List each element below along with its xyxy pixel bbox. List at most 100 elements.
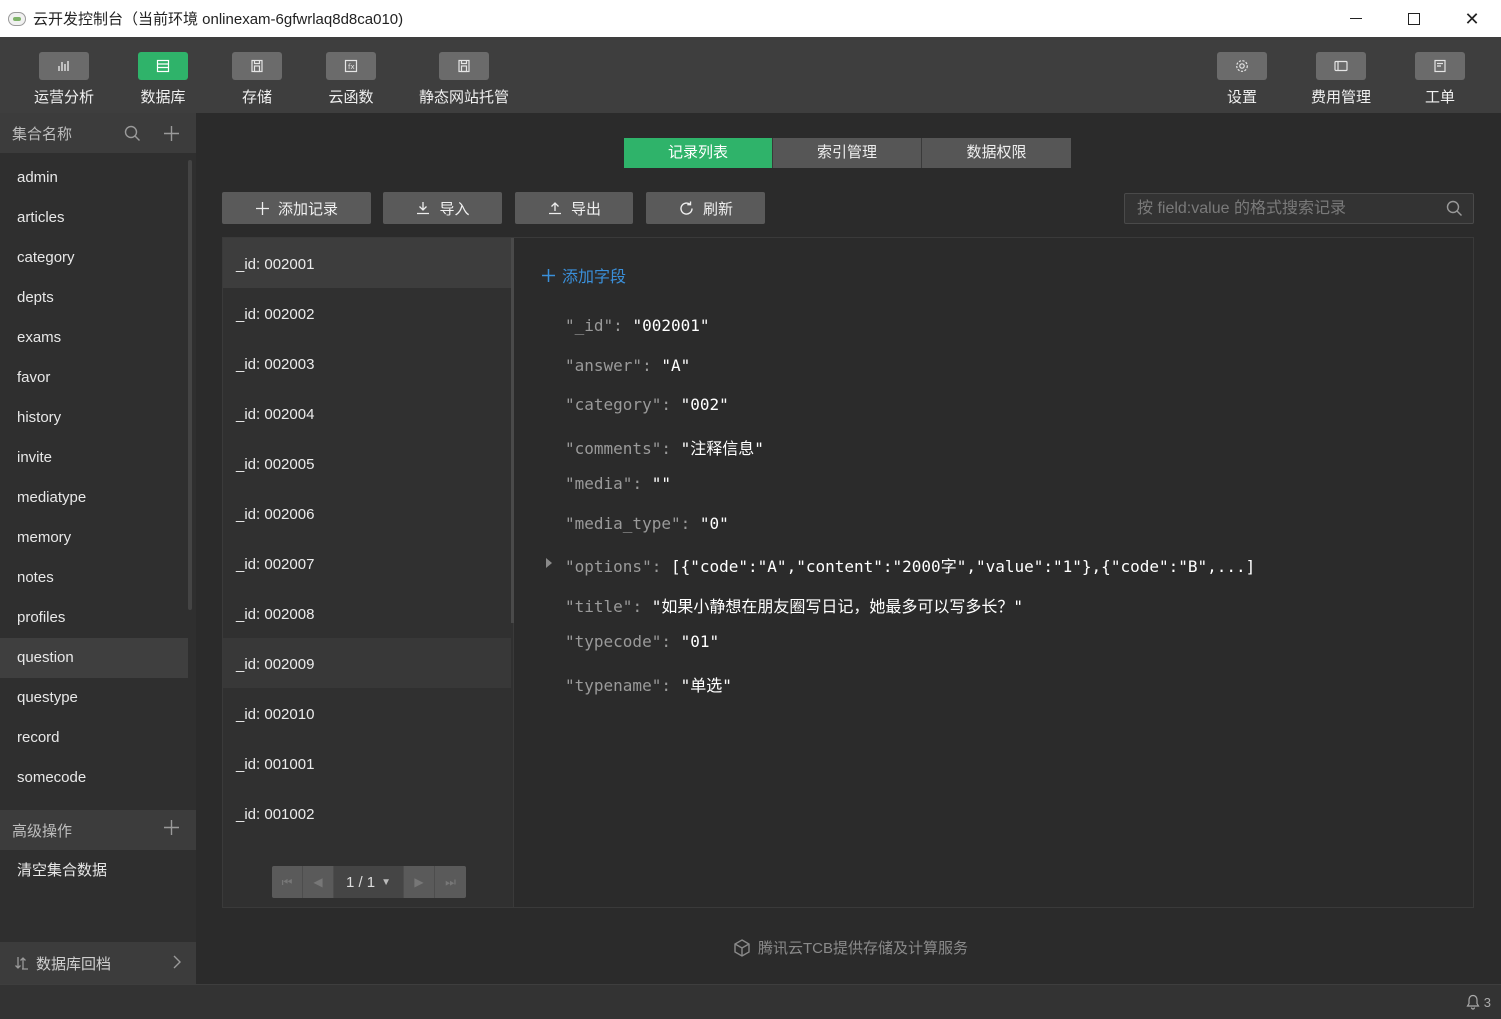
billing-icon xyxy=(1316,52,1366,80)
last-page-button[interactable]: ⏭ xyxy=(435,866,466,898)
collection-item[interactable]: invite xyxy=(0,438,196,478)
collection-item[interactable]: depts xyxy=(0,278,196,318)
field-value: "" xyxy=(651,474,671,493)
main-toolbar: 运营分析 数据库 存储 fx 云函数 静态网站托管 设置 费用管理 工单 xyxy=(0,37,1501,113)
collection-item-selected[interactable]: question xyxy=(0,638,188,678)
rollback-label: 数据库回档 xyxy=(36,955,112,973)
add-advanced-icon[interactable] xyxy=(163,819,180,836)
collections-sidebar: 集合名称 admin articles category depts exams… xyxy=(0,113,196,984)
collection-item[interactable]: articles xyxy=(0,198,196,238)
record-item[interactable]: _id: 002004 xyxy=(223,388,511,438)
gear-icon xyxy=(1217,52,1267,80)
record-list: _id: 002001 _id: 002002 _id: 002003 _id:… xyxy=(223,238,514,907)
search-icon[interactable] xyxy=(124,125,141,142)
record-search-input[interactable] xyxy=(1125,194,1425,223)
status-bar: 3 xyxy=(0,984,1501,1019)
record-item[interactable]: _id: 002003 xyxy=(223,338,511,388)
search-icon[interactable] xyxy=(1446,200,1463,217)
tab-permissions[interactable]: 数据权限 xyxy=(922,138,1071,168)
collection-item[interactable]: history xyxy=(0,398,196,438)
record-list-scrollbar[interactable] xyxy=(511,238,514,623)
field-row[interactable]: "media_type": "0" xyxy=(565,514,1255,554)
toolbar-billing[interactable]: 费用管理 xyxy=(1301,52,1381,107)
collection-item[interactable]: profiles xyxy=(0,598,196,638)
field-value: "002001" xyxy=(632,316,710,335)
toolbar-analytics[interactable]: 运营分析 xyxy=(24,52,104,107)
toolbar-settings[interactable]: 设置 xyxy=(1202,52,1282,107)
service-note-label: 腾讯云TCB提供存储及计算服务 xyxy=(758,940,969,957)
collections-header-label: 集合名称 xyxy=(12,125,73,143)
toolbar-hosting[interactable]: 静态网站托管 xyxy=(419,52,509,107)
minimize-button[interactable] xyxy=(1327,0,1385,37)
ticket-icon xyxy=(1415,52,1465,80)
window-controls: ✕ xyxy=(1327,0,1501,37)
field-row-expandable[interactable]: "options": [{"code":"A","content":"2000字… xyxy=(546,553,1255,593)
field-key: "options" xyxy=(565,557,652,576)
collection-item[interactable]: category xyxy=(0,238,196,278)
field-row[interactable]: "media": "" xyxy=(565,474,1255,514)
sidebar-scrollbar[interactable] xyxy=(188,160,192,610)
collection-item[interactable]: admin xyxy=(0,158,196,198)
records-panel: _id: 002001 _id: 002002 _id: 002003 _id:… xyxy=(222,237,1474,908)
field-row[interactable]: "typecode": "01" xyxy=(565,632,1255,672)
maximize-button[interactable] xyxy=(1385,0,1443,37)
add-collection-icon[interactable] xyxy=(163,125,180,142)
collection-item[interactable]: somecode xyxy=(0,758,196,798)
collection-item[interactable]: memory xyxy=(0,518,196,558)
collection-item[interactable]: notes xyxy=(0,558,196,598)
chevron-right-icon xyxy=(173,955,181,969)
add-record-button[interactable]: 添加记录 xyxy=(222,192,371,224)
record-item[interactable]: _id: 002006 xyxy=(223,488,511,538)
record-item[interactable]: _id: 002010 xyxy=(223,688,511,738)
tab-records[interactable]: 记录列表 xyxy=(624,138,773,168)
field-row[interactable]: "comments": "注释信息" xyxy=(565,435,1255,475)
field-row[interactable]: "typename": "单选" xyxy=(565,672,1255,712)
toolbar-database[interactable]: 数据库 xyxy=(123,52,203,107)
collection-item[interactable]: record xyxy=(0,718,196,758)
toolbar-storage[interactable]: 存储 xyxy=(217,52,297,107)
record-item[interactable]: _id: 002008 xyxy=(223,588,511,638)
record-item[interactable]: _id: 001002 xyxy=(223,788,511,838)
field-row[interactable]: "title": "如果小静想在朋友圈写日记，她最多可以写多长？" xyxy=(565,593,1255,633)
expand-triangle-icon[interactable] xyxy=(546,558,552,568)
import-button[interactable]: 导入 xyxy=(383,192,502,224)
collection-item[interactable]: exams xyxy=(0,318,196,358)
field-value: "0" xyxy=(699,513,729,533)
field-row[interactable]: "answer": "A" xyxy=(565,356,1255,396)
field-value: "002" xyxy=(680,395,729,414)
toolbar-ticket[interactable]: 工单 xyxy=(1400,52,1480,107)
last-page-icon: ⏭ xyxy=(445,874,456,889)
prev-page-button[interactable]: ◀ xyxy=(303,866,334,898)
first-page-button[interactable]: ⏮ xyxy=(272,866,303,898)
page-select[interactable]: 1 / 1 ▼ xyxy=(334,866,404,898)
field-key: "media" xyxy=(565,474,633,493)
record-item[interactable]: _id: 002007 xyxy=(223,538,511,588)
view-tabs: 记录列表 索引管理 数据权限 xyxy=(624,138,1071,168)
collection-item[interactable]: mediatype xyxy=(0,478,196,518)
toolbar-functions[interactable]: fx 云函数 xyxy=(311,52,391,107)
record-item[interactable]: _id: 001001 xyxy=(223,738,511,788)
clear-collection-action[interactable]: 清空集合数据 xyxy=(17,859,107,880)
close-icon: ✕ xyxy=(1464,8,1480,29)
record-item-selected[interactable]: _id: 002001 xyxy=(223,238,511,288)
refresh-button[interactable]: 刷新 xyxy=(646,192,765,224)
field-row[interactable]: "_id": "002001" xyxy=(565,316,1255,356)
collection-item[interactable]: questype xyxy=(0,678,196,718)
tencent-cloud-cube-icon xyxy=(734,938,750,957)
record-item[interactable]: _id: 002002 xyxy=(223,288,511,338)
close-window-button[interactable]: ✕ xyxy=(1443,0,1501,37)
toolbar-label: 运营分析 xyxy=(33,89,94,106)
field-row[interactable]: "category": "002" xyxy=(565,395,1255,435)
next-page-icon: ▶ xyxy=(414,875,424,889)
notifications[interactable]: 3 xyxy=(1466,994,1491,1010)
add-field-button[interactable]: 添加字段 xyxy=(541,263,626,287)
export-button[interactable]: 导出 xyxy=(515,192,633,224)
record-item[interactable]: _id: 002005 xyxy=(223,438,511,488)
record-item-hovered[interactable]: _id: 002009 xyxy=(223,638,511,688)
next-page-button[interactable]: ▶ xyxy=(404,866,435,898)
database-rollback[interactable]: 数据库回档 xyxy=(0,942,196,984)
collection-item[interactable]: favor xyxy=(0,358,196,398)
tab-indexes[interactable]: 索引管理 xyxy=(773,138,922,168)
import-label: 导入 xyxy=(439,200,470,218)
database-icon xyxy=(138,52,188,80)
